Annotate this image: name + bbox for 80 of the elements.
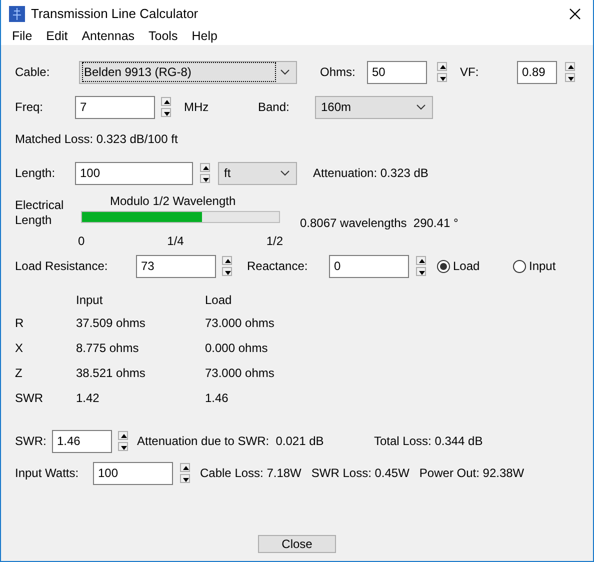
- power-out-text: Power Out: 92.38W: [419, 465, 524, 482]
- ohms-label: Ohms:: [320, 64, 356, 81]
- tick-label: 0: [78, 233, 85, 250]
- up-arrow-icon[interactable]: [118, 431, 128, 440]
- row-label: SWR: [15, 390, 44, 404]
- table-cell-text: 37.509 ohms: [76, 315, 146, 329]
- up-arrow-icon[interactable]: [437, 62, 447, 71]
- swr-field[interactable]: 1.46: [52, 430, 112, 452]
- table-cell-text: 1.42: [76, 390, 100, 404]
- app-icon: [9, 6, 25, 22]
- table-cell-text: 8.775 ohms: [76, 340, 140, 354]
- window-title: Transmission Line Calculator: [31, 4, 198, 23]
- spinner[interactable]: [161, 97, 171, 117]
- swr-label: SWR:: [15, 433, 48, 450]
- attenuation-swr-text: Attenuation due to SWR: 0.021 dB: [137, 433, 325, 450]
- spinner[interactable]: [118, 431, 128, 451]
- row-label: R: [15, 315, 25, 329]
- table-cell-text: 73.000 ohms: [205, 365, 274, 379]
- spinner[interactable]: [416, 256, 426, 276]
- close-icon[interactable]: [569, 8, 581, 20]
- spinner[interactable]: [437, 62, 447, 82]
- column-header: Load: [205, 292, 232, 309]
- unit-select[interactable]: ft: [218, 162, 297, 184]
- freq-label: Freq:: [15, 99, 44, 116]
- menu-item[interactable]: Help: [192, 27, 218, 46]
- menu-item[interactable]: Antennas: [82, 27, 135, 46]
- up-arrow-icon[interactable]: [416, 256, 426, 265]
- table-cell-text: 73.000 ohms: [205, 315, 274, 329]
- chevron-down-icon: [280, 69, 290, 75]
- column-header: Input: [76, 292, 104, 309]
- up-arrow-icon[interactable]: [200, 163, 210, 172]
- up-arrow-icon[interactable]: [161, 97, 171, 106]
- input-watts-field[interactable]: 100: [93, 462, 173, 484]
- tick-label: 1/4: [167, 233, 184, 250]
- reactance-label: Reactance:: [247, 258, 309, 275]
- load-resistance-label: Load Resistance:: [15, 258, 109, 275]
- swr-loss-text: SWR Loss: 0.45W: [311, 465, 410, 482]
- matched-loss-text: Matched Loss: 0.323 dB/100 ft: [15, 131, 178, 148]
- row-label: Z: [15, 365, 24, 379]
- bar-caption: Modulo 1/2 Wavelength: [110, 193, 236, 210]
- table-cell-text: 0.000 ohms: [205, 340, 268, 354]
- ohms-field[interactable]: 50: [367, 60, 427, 84]
- length-field[interactable]: 100: [75, 162, 193, 184]
- row-label: X: [15, 340, 24, 354]
- table-cell-text: 1.46: [205, 390, 228, 404]
- electrical-length-label: Electrical Length: [15, 198, 65, 228]
- band-label: Band:: [258, 99, 290, 116]
- up-arrow-icon[interactable]: [180, 463, 190, 472]
- spinner[interactable]: [180, 463, 190, 483]
- menu-item[interactable]: Edit: [46, 27, 68, 46]
- wavelength-text: 0.8067 wavelengths 290.41 °: [300, 215, 458, 232]
- input-watts-label: Input Watts:: [15, 465, 80, 482]
- total-loss-text: Total Loss: 0.344 dB: [374, 433, 483, 450]
- cable-label: Cable:: [15, 64, 51, 81]
- menu-item[interactable]: File: [12, 27, 32, 46]
- vf-label: VF:: [460, 64, 480, 81]
- band-select[interactable]: 160m: [315, 96, 433, 118]
- chevron-down-icon: [280, 170, 290, 176]
- cable-loss-text: Cable Loss: 7.18W: [200, 465, 302, 482]
- reactance-field[interactable]: 0: [329, 254, 409, 278]
- close-button[interactable]: Close: [258, 535, 336, 553]
- length-label: Length:: [15, 165, 56, 182]
- up-arrow-icon[interactable]: [565, 62, 575, 71]
- cable-select[interactable]: Belden 9913 (RG-8): [79, 60, 297, 84]
- freq-field[interactable]: 7: [75, 96, 155, 118]
- chevron-down-icon: [416, 104, 426, 110]
- radio-button[interactable]: Input: [513, 257, 556, 275]
- table-cell-text: 38.521 ohms: [76, 365, 146, 379]
- load-resistance-field[interactable]: 73: [136, 254, 216, 278]
- spinner[interactable]: [200, 163, 210, 183]
- tick-label: 1/2: [266, 233, 283, 250]
- vf-field[interactable]: 0.89: [517, 60, 557, 84]
- attenuation-text: Attenuation: 0.323 dB: [313, 165, 428, 182]
- radio-circle[interactable]: [437, 260, 450, 272]
- unit-label: MHz: [184, 99, 210, 116]
- spinner[interactable]: [565, 62, 575, 82]
- spinner[interactable]: [222, 256, 232, 276]
- up-arrow-icon[interactable]: [222, 256, 232, 265]
- radio-button[interactable]: Load: [437, 257, 513, 275]
- menu-item[interactable]: Tools: [148, 27, 178, 46]
